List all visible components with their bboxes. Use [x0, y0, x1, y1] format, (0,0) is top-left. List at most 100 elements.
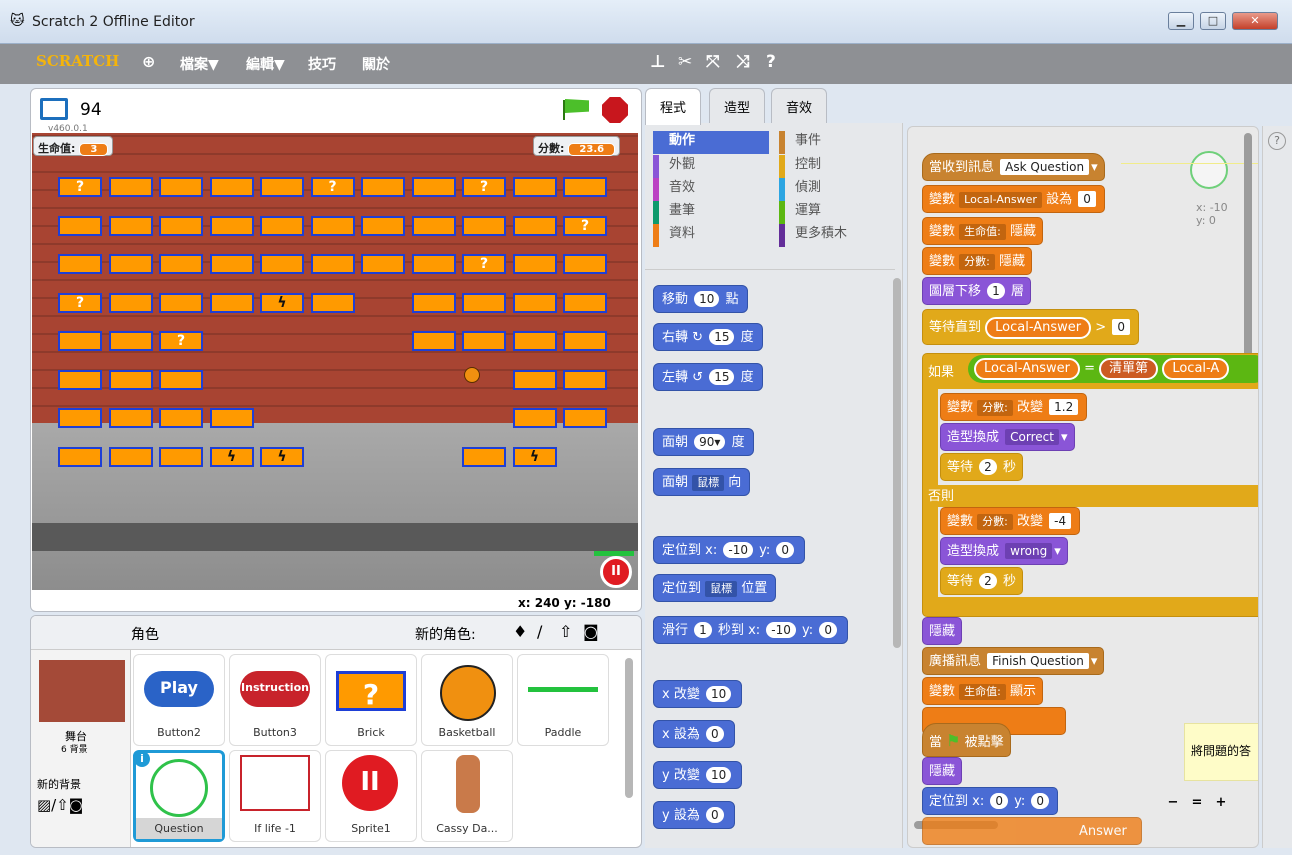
- category-operators[interactable]: 運算: [779, 201, 895, 224]
- brick-sprite[interactable]: [58, 408, 102, 428]
- block-turn-right[interactable]: 右轉 ↻ 15 度: [653, 323, 763, 351]
- menu-about[interactable]: 關於: [362, 54, 390, 74]
- sprite-thumb[interactable]: Instruction Button3: [229, 654, 321, 746]
- stage-canvas[interactable]: II: [32, 133, 638, 590]
- block-switch-costume-wrong[interactable]: 造型換成 wrong ▾: [940, 537, 1068, 565]
- brick-sprite[interactable]: [411, 331, 456, 351]
- brick-sprite[interactable]: [108, 446, 153, 467]
- block-change-score-wrong[interactable]: 變數 分數: 改變 -4: [940, 507, 1081, 535]
- brick-sprite[interactable]: [462, 215, 506, 236]
- shrink-icon[interactable]: ⤨: [736, 52, 750, 72]
- delete-scissors-icon[interactable]: ✂: [678, 52, 692, 72]
- zoom-reset-icon[interactable]: =: [1188, 795, 1206, 813]
- block-when-receive[interactable]: 當收到訊息 Ask Question ▾: [922, 153, 1105, 181]
- category-events[interactable]: 事件: [779, 131, 895, 154]
- category-sound[interactable]: 音效: [653, 178, 769, 201]
- minimize-button[interactable]: ▁: [1168, 12, 1194, 30]
- brick-sprite[interactable]: [462, 292, 506, 313]
- brick-sprite[interactable]: [411, 215, 456, 236]
- category-pen[interactable]: 畫筆: [653, 201, 769, 224]
- sprite-thumb[interactable]: Paddle: [517, 654, 609, 746]
- block-turn-left[interactable]: 左轉 ↺ 15 度: [653, 363, 763, 391]
- block-goto-xy-2[interactable]: 定位到 x: 0 y: 0: [922, 787, 1059, 815]
- block-point-direction[interactable]: 面朝 90▾ 度: [653, 428, 754, 456]
- sprite-thumb[interactable]: Question i: [133, 750, 225, 842]
- library-icon[interactable]: ♦: [513, 622, 527, 641]
- brick-sprite[interactable]: [361, 254, 405, 274]
- brick-sprite[interactable]: ?: [563, 215, 607, 236]
- brick-sprite[interactable]: [563, 177, 607, 197]
- brick-sprite[interactable]: [411, 292, 456, 313]
- menu-tips[interactable]: 技巧: [308, 54, 336, 74]
- block-switch-costume-correct[interactable]: 造型換成 Correct ▾: [940, 423, 1075, 451]
- brick-sprite[interactable]: [58, 215, 102, 236]
- brick-sprite[interactable]: ?: [58, 177, 102, 197]
- menu-file[interactable]: 檔案▼: [180, 54, 219, 74]
- brick-sprite[interactable]: [260, 177, 304, 197]
- sprite-thumb[interactable]: Play Button2: [133, 654, 225, 746]
- block-wait-2-b[interactable]: 等待 2 秒: [940, 567, 1023, 595]
- block-set-x[interactable]: x 設為 0: [653, 720, 735, 748]
- block-hide[interactable]: 隱藏: [922, 617, 963, 645]
- category-sensing[interactable]: 偵測: [779, 178, 895, 201]
- brick-sprite[interactable]: [58, 254, 102, 274]
- pause-sprite[interactable]: II: [600, 556, 632, 588]
- brick-sprite[interactable]: [411, 254, 456, 274]
- brick-sprite[interactable]: [512, 292, 557, 313]
- block-change-y[interactable]: y 改變 10: [653, 761, 743, 789]
- backdrop-tools-icon[interactable]: ▨/⇧◙: [37, 796, 83, 814]
- brick-sprite[interactable]: [209, 292, 254, 313]
- language-globe-icon[interactable]: ⊕: [142, 52, 155, 71]
- brick-sprite[interactable]: [108, 331, 153, 351]
- block-wait-2-a[interactable]: 等待 2 秒: [940, 453, 1023, 481]
- brick-sprite[interactable]: [462, 446, 506, 467]
- close-button[interactable]: ✕: [1232, 12, 1278, 30]
- brick-sprite[interactable]: [512, 408, 557, 428]
- brick-sprite[interactable]: [361, 215, 405, 236]
- brick-sprite[interactable]: [563, 254, 607, 274]
- duplicate-stamp-icon[interactable]: ⊥: [650, 52, 666, 72]
- block-show-lives[interactable]: 變數 生命值: 顯示: [922, 677, 1044, 705]
- brick-sprite[interactable]: [209, 408, 254, 428]
- block-help-icon[interactable]: ?: [766, 52, 776, 72]
- stage-thumbnail[interactable]: [39, 660, 125, 722]
- brick-sprite[interactable]: [310, 292, 355, 313]
- zoom-out-icon[interactable]: −: [1164, 795, 1182, 813]
- brick-sprite[interactable]: [159, 369, 203, 390]
- block-set-y[interactable]: y 設為 0: [653, 801, 735, 829]
- brick-sprite[interactable]: ?: [462, 254, 506, 274]
- menu-edit[interactable]: 編輯▼: [246, 54, 285, 74]
- sprite-thumb[interactable]: ? Brick: [325, 654, 417, 746]
- brick-sprite[interactable]: ϟ: [260, 446, 304, 467]
- stop-icon[interactable]: [602, 97, 628, 123]
- brick-sprite[interactable]: [209, 215, 254, 236]
- brick-sprite[interactable]: [411, 177, 456, 197]
- brick-sprite[interactable]: [159, 408, 203, 428]
- block-cut-off[interactable]: Answer: [922, 817, 1142, 845]
- brick-sprite[interactable]: [512, 177, 557, 197]
- brick-sprite[interactable]: [58, 369, 102, 390]
- brick-sprite[interactable]: [159, 215, 203, 236]
- fullscreen-icon[interactable]: [40, 98, 68, 120]
- block-change-score-correct[interactable]: 變數 分數: 改變 1.2: [940, 393, 1088, 421]
- block-hide-lives[interactable]: 變數 生命值: 隱藏: [922, 217, 1044, 245]
- block-goto[interactable]: 定位到 鼠標 位置: [653, 574, 777, 602]
- brick-sprite[interactable]: [563, 331, 607, 351]
- brick-sprite[interactable]: [260, 254, 304, 274]
- brick-sprite[interactable]: [58, 446, 102, 467]
- block-go-back-layers[interactable]: 圖層下移 1 層: [922, 277, 1031, 305]
- brick-sprite[interactable]: [563, 292, 607, 313]
- sprite-thumb[interactable]: Basketball: [421, 654, 513, 746]
- brick-sprite[interactable]: [512, 254, 557, 274]
- category-control[interactable]: 控制: [779, 155, 895, 178]
- brick-sprite[interactable]: ϟ: [512, 446, 557, 467]
- brick-sprite[interactable]: [462, 331, 506, 351]
- tab-sounds[interactable]: 音效: [771, 88, 828, 124]
- brick-sprite[interactable]: ?: [310, 177, 355, 197]
- brick-sprite[interactable]: [209, 177, 254, 197]
- zoom-in-icon[interactable]: +: [1212, 795, 1230, 813]
- brick-sprite[interactable]: [310, 254, 355, 274]
- comment-note[interactable]: 將問題的答: [1184, 723, 1258, 781]
- brick-sprite[interactable]: [108, 292, 153, 313]
- block-broadcast[interactable]: 廣播訊息 Finish Question ▾: [922, 647, 1105, 675]
